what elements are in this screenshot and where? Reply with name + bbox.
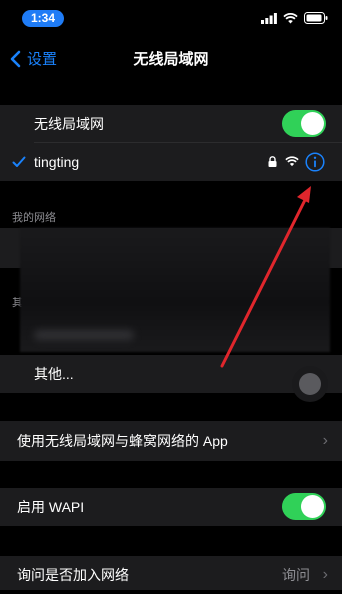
annotation-arrow <box>220 186 311 368</box>
